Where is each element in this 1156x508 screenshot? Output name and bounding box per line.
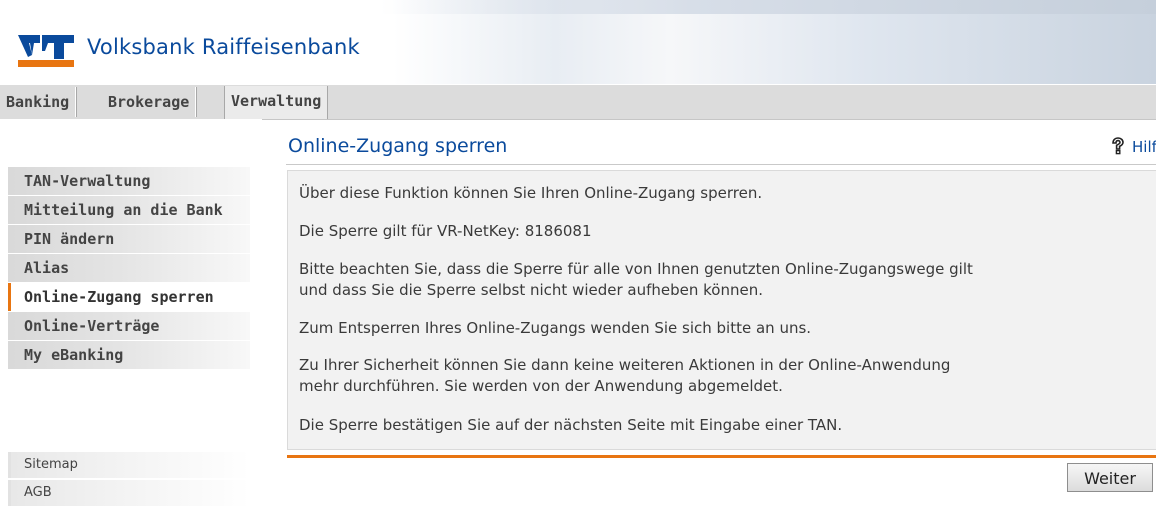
bank-name[interactable]: Volksbank Raiffeisenbank [87,35,360,59]
tab-verwaltung[interactable]: Verwaltung [224,86,329,119]
title-divider [286,164,1156,165]
orange-divider [287,455,1156,458]
sidebar-item-pin-aendern[interactable]: PIN ändern [8,225,250,253]
sidebar-footer: Sitemap AGB [8,452,250,508]
help-link[interactable]: Hilfe [1110,137,1156,156]
sitemap-link[interactable]: Sitemap [8,452,250,478]
sidebar-item-online-zugang-sperren[interactable]: Online-Zugang sperren [8,283,250,311]
info-text-confirm: Die Sperre bestätigen Sie auf der nächst… [299,416,843,434]
main-tab-bar: Banking Brokerage Verwaltung [0,84,1156,120]
agb-link[interactable]: AGB [8,480,250,506]
tab-banking[interactable]: Banking [0,87,77,117]
help-label[interactable]: Hilfe [1132,138,1156,156]
info-text-security-line2: mehr durchführen. Sie werden von der Anw… [299,377,783,395]
sidebar-nav: TAN-Verwaltung Mitteilung an die Bank PI… [8,167,250,370]
header-decoration [380,0,1156,14]
sidebar-item-alias[interactable]: Alias [8,254,250,282]
page-header: Volksbank Raiffeisenbank [0,0,1156,84]
info-text-function: Über diese Funktion können Sie Ihren Onl… [299,184,763,202]
info-text-netkey: Die Sperre gilt für VR-NetKey: 8186081 [299,222,592,240]
info-text-unlock: Zum Entsperren Ihres Online-Zugangs wend… [299,319,812,337]
sidebar: TAN-Verwaltung Mitteilung an die Bank PI… [0,119,262,506]
help-question-icon [1112,137,1124,155]
info-text-security-line1: Zu Ihrer Sicherheit können Sie dann kein… [299,356,951,374]
info-text-warning-line2: und dass Sie die Sperre selbst nicht wie… [299,281,764,299]
sidebar-item-tan-verwaltung[interactable]: TAN-Verwaltung [8,167,250,195]
page-title: Online-Zugang sperren [288,135,508,157]
sidebar-item-my-ebanking[interactable]: My eBanking [8,341,250,369]
info-panel: Über diese Funktion können Sie Ihren Onl… [287,170,1156,450]
sidebar-item-mitteilung[interactable]: Mitteilung an die Bank [8,196,250,224]
vr-logo-icon[interactable] [18,35,74,67]
weiter-button[interactable]: Weiter [1067,463,1153,492]
info-text-warning-line1: Bitte beachten Sie, dass die Sperre für … [299,260,973,278]
sidebar-item-online-vertraege[interactable]: Online-Verträge [8,312,250,340]
tab-brokerage[interactable]: Brokerage [102,87,197,117]
